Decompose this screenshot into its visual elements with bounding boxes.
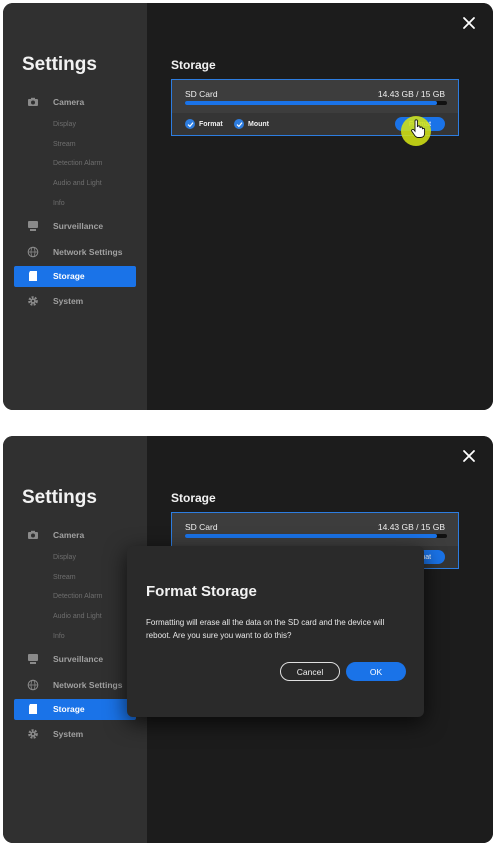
sidebar-item-system[interactable]: System — [14, 288, 136, 314]
checkmark-icon — [185, 119, 195, 129]
sidebar-item-label: Storage — [53, 271, 85, 282]
dialog-title: Format Storage — [146, 583, 257, 600]
globe-icon — [27, 246, 39, 258]
sidebar-item-network[interactable]: Network Settings — [14, 672, 136, 698]
sd-card-name: SD Card — [185, 89, 218, 99]
globe-icon — [27, 679, 39, 691]
storage-usage-bar — [185, 534, 447, 538]
sidebar-item-camera[interactable]: Camera — [14, 522, 136, 548]
camera-icon — [28, 97, 38, 106]
mount-checkbox-label: Mount — [248, 120, 269, 128]
sidebar-item-storage[interactable]: Storage — [14, 265, 136, 287]
surveillance-icon — [28, 653, 38, 664]
sidebar-item-label: Surveillance — [53, 220, 104, 231]
sidebar-item-system[interactable]: System — [14, 721, 136, 747]
sidebar-item-camera[interactable]: Camera — [14, 89, 136, 115]
sidebar-item-network[interactable]: Network Settings — [14, 239, 136, 265]
format-checkbox[interactable]: Format — [185, 119, 223, 129]
settings-title: Settings — [22, 54, 97, 75]
sidebar: Settings Camera Display Stream Detection… — [3, 3, 147, 410]
sd-card-size: 14.43 GB / 15 GB — [377, 522, 445, 532]
sidebar-nav: Camera Display Stream Detection Alarm Au… — [14, 89, 136, 314]
sidebar-subitem-info[interactable]: Info — [14, 626, 136, 646]
sidebar-item-storage[interactable]: Storage — [14, 698, 136, 720]
mount-checkbox[interactable]: Mount — [234, 119, 269, 129]
storage-icon — [29, 704, 37, 715]
sidebar-subitem-display[interactable]: Display — [14, 548, 136, 568]
sidebar-subitem-display[interactable]: Display — [14, 115, 136, 135]
close-icon[interactable] — [461, 448, 477, 464]
sidebar-item-label: Camera — [53, 530, 85, 540]
settings-window: Settings Camera Display Stream Detection… — [3, 3, 493, 410]
sidebar-item-label: System — [53, 295, 84, 306]
sidebar-item-surveillance[interactable]: Surveillance — [14, 646, 136, 672]
ok-button[interactable]: OK — [346, 662, 406, 681]
sd-card-name: SD Card — [185, 522, 218, 532]
dialog-message: Formatting will erase all the data on th… — [146, 618, 385, 640]
checkmark-icon — [234, 119, 244, 129]
storage-usage-fill — [185, 534, 437, 538]
storage-icon — [29, 271, 37, 282]
sidebar-subitem-info[interactable]: Info — [14, 193, 136, 213]
format-checkbox-label: Format — [199, 120, 223, 128]
cancel-button[interactable]: Cancel — [280, 662, 340, 681]
sidebar-item-label: System — [53, 728, 84, 739]
sidebar-subitem-stream[interactable]: Stream — [14, 135, 136, 155]
gear-icon — [28, 296, 38, 306]
hand-cursor-icon — [411, 119, 426, 138]
gear-icon — [28, 729, 38, 739]
sidebar-item-surveillance[interactable]: Surveillance — [14, 213, 136, 239]
sidebar-nav: Camera Display Stream Detection Alarm Au… — [14, 522, 136, 747]
sidebar-subitem-stream[interactable]: Stream — [14, 568, 136, 588]
sidebar-subitem-audio-light[interactable]: Audio and Light — [14, 607, 136, 627]
surveillance-icon — [28, 220, 38, 231]
page-title: Storage — [171, 491, 216, 505]
close-icon[interactable] — [461, 15, 477, 31]
storage-panel: Storage SD Card 14.43 GB / 15 GB Format … — [147, 3, 493, 410]
sidebar-item-label: Camera — [53, 97, 85, 107]
sidebar-subitem-detection-alarm[interactable]: Detection Alarm — [14, 587, 136, 607]
sidebar-item-label: Network Settings — [53, 246, 123, 257]
sidebar-subitem-audio-light[interactable]: Audio and Light — [14, 174, 136, 194]
sidebar-item-label: Surveillance — [53, 653, 104, 664]
sidebar-subitem-detection-alarm[interactable]: Detection Alarm — [14, 154, 136, 174]
sidebar: Settings Camera Display Stream Detection… — [3, 436, 147, 843]
format-storage-dialog: Format Storage Formatting will erase all… — [127, 546, 424, 717]
page-title: Storage — [171, 58, 216, 72]
sd-card-size: 14.43 GB / 15 GB — [377, 89, 445, 99]
settings-title: Settings — [22, 487, 97, 508]
sidebar-item-label: Storage — [53, 704, 85, 715]
camera-icon — [28, 530, 38, 539]
storage-usage-fill — [185, 101, 437, 105]
sidebar-item-label: Network Settings — [53, 679, 123, 690]
storage-usage-bar — [185, 101, 447, 105]
